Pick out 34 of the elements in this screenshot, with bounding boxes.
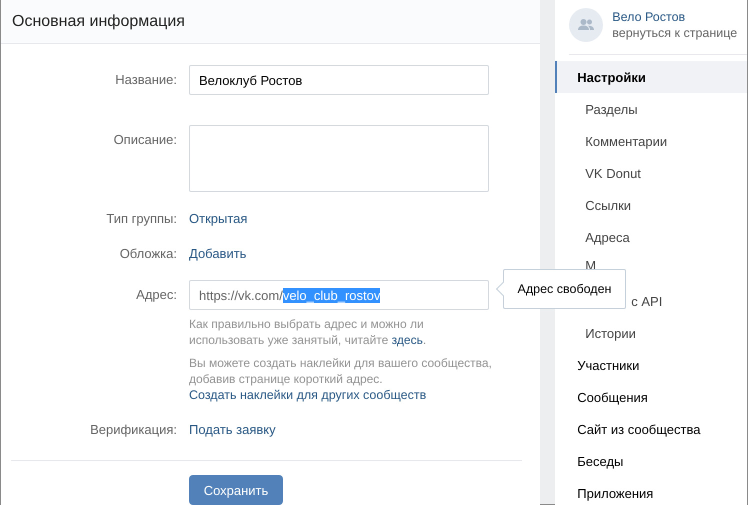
field-label: Верификация: (89, 422, 177, 438)
menu-item[interactable]: Адреса (555, 221, 747, 253)
menu-item[interactable]: Участники (555, 349, 747, 381)
field-label: Тип группы: (105, 211, 177, 227)
menu-item[interactable]: Ссылки (555, 189, 747, 221)
link[interactable]: Подать заявку (189, 422, 276, 437)
back-link[interactable]: вернуться к странице (612, 25, 738, 41)
menu-item[interactable]: Настройки (555, 61, 747, 93)
menu-item[interactable]: Приложения (555, 477, 747, 505)
menu-item[interactable]: Разделы (555, 93, 747, 125)
field-label: Адрес: (135, 287, 177, 303)
name-field[interactable]: Велоклуб Ростов (189, 65, 489, 95)
field-label: Обложка: (118, 246, 177, 262)
link[interactable]: Добавить (189, 246, 246, 261)
save-button[interactable]: Сохранить (189, 475, 283, 505)
field-label: Название: (114, 72, 177, 88)
group-name[interactable]: Вело Ростов (612, 9, 738, 25)
menu-item[interactable]: VK Donut (555, 157, 747, 189)
stickers-link[interactable]: Создать наклейки для других сообществ (189, 388, 426, 402)
description-field[interactable] (189, 125, 489, 192)
community-avatar-icon (569, 8, 604, 42)
here-link[interactable]: здесь (392, 333, 423, 347)
link[interactable]: Открытая (189, 211, 248, 226)
menu-item[interactable]: Сообщения (555, 381, 747, 413)
help-text: Вы можете создать наклейки для вашего сообщества, добавив странице короткий адрес. (189, 355, 493, 387)
section-title: Основная информация (1, 0, 540, 44)
field-label: Описание: (112, 132, 177, 148)
tooltip: Адрес свободен (496, 269, 626, 309)
help-text: Как правильно выбрать адрес и можно ли использовать уже занятый, читайте здесь. (189, 316, 428, 348)
menu-item[interactable]: Сайт из сообщества (555, 413, 747, 445)
menu-item[interactable]: Беседы (555, 445, 747, 477)
menu-item[interactable]: Истории (555, 317, 747, 349)
menu-item[interactable]: Комментарии (555, 125, 747, 157)
address-field[interactable]: https://vk.com/velo_club_rostov (189, 280, 489, 310)
